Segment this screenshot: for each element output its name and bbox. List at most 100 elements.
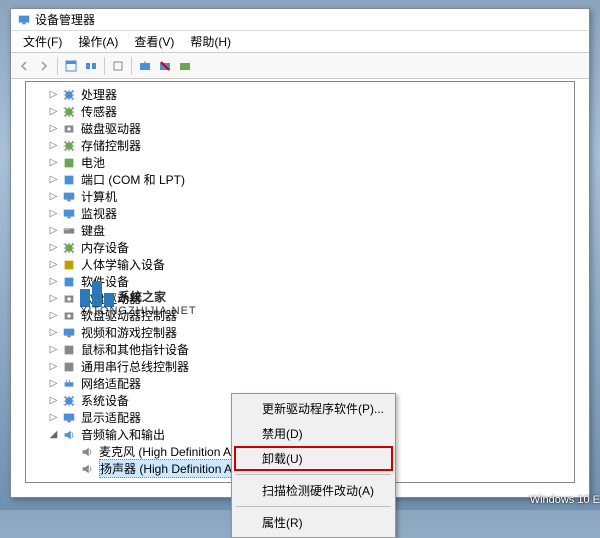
tree-label: 视频和游戏控制器 [81,324,177,341]
expand-icon[interactable]: ▷ [48,310,59,321]
device-icon [61,206,77,222]
tree-node[interactable]: ▷ 通用串行总线控制器 [26,358,574,375]
menu-view[interactable]: 查看(V) [126,31,182,52]
tree-node[interactable]: ▷ 磁盘驱动器 [26,120,574,137]
tree-node[interactable]: ▷ 视频和游戏控制器 [26,324,574,341]
expand-icon[interactable]: ▷ [48,123,59,134]
menu-action[interactable]: 操作(A) [70,31,126,52]
device-icon [61,427,77,443]
tree-node[interactable]: ▷ 端口 (COM 和 LPT) [26,171,574,188]
tree-label: 存储控制器 [81,137,141,154]
toolbar-btn[interactable] [109,57,127,75]
tree-node[interactable]: ▷传感器 [26,103,574,120]
separator [236,506,391,507]
menu-help[interactable]: 帮助(H) [182,31,239,52]
expand-icon[interactable]: ▷ [48,327,59,338]
tree-node[interactable]: ▷ 监视器 [26,205,574,222]
device-icon [61,291,77,307]
expand-icon[interactable]: ▷ [48,225,59,236]
device-icon [61,274,77,290]
tree-label: 通用串行总线控制器 [81,358,189,375]
tree-node[interactable]: ▷ 人体学输入设备 [26,256,574,273]
tree-label: 人体学输入设备 [81,256,165,273]
window-title: 设备管理器 [35,11,95,28]
tree-node[interactable]: ▷ 处理器 [26,86,574,103]
expand-icon[interactable]: ▷ [48,208,59,219]
tree-node[interactable]: ▷软盘驱动器控制器 [26,307,574,324]
expand-icon[interactable]: ▷ [48,174,59,185]
expand-icon[interactable]: ▷ [48,157,59,168]
device-icon [61,104,77,120]
toolbar-btn[interactable] [136,57,154,75]
device-icon [61,308,77,324]
toolbar-btn[interactable] [156,57,174,75]
tree-node[interactable]: ▷ 网络适配器 [26,375,574,392]
tree-label: 软盘驱动器 [81,290,141,307]
device-icon [61,342,77,358]
windows-version: Windows 10 E [530,494,600,506]
expand-icon[interactable]: ▷ [48,259,59,270]
separator [236,474,391,475]
toolbar-btn[interactable] [62,57,80,75]
tree-node[interactable]: ▷ 电池 [26,154,574,171]
tree-label: 键盘 [81,222,105,239]
tree-node[interactable]: ▷ 计算机 [26,188,574,205]
ctx-properties[interactable]: 属性(R) [234,510,393,535]
expand-icon[interactable]: ▷ [48,89,59,100]
tree-node[interactable]: ▷ 键盘 [26,222,574,239]
device-icon [61,376,77,392]
context-menu: 更新驱动程序软件(P)... 禁用(D) 卸载(U) 扫描检测硬件改动(A) 属… [231,393,396,538]
tree-label: 内存设备 [81,239,129,256]
tree-label: 磁盘驱动器 [81,120,141,137]
expand-icon[interactable]: ▷ [48,293,59,304]
ctx-uninstall[interactable]: 卸载(U) [234,446,393,471]
toolbar-btn[interactable] [82,57,100,75]
tree-node[interactable]: ▷ 存储控制器 [26,137,574,154]
device-icon [61,189,77,205]
device-icon [61,257,77,273]
separator [131,57,132,75]
app-icon [17,13,31,27]
collapse-icon[interactable]: ◢ [48,429,59,440]
device-icon [61,138,77,154]
expand-icon[interactable]: ▷ [48,106,59,117]
tree-node[interactable]: ▷鼠标和其他指针设备 [26,341,574,358]
titlebar[interactable]: 设备管理器 [11,9,589,31]
toolbar-btn[interactable] [176,57,194,75]
forward-button[interactable] [35,57,53,75]
expand-icon[interactable]: ▷ [48,276,59,287]
tree-label: 系统设备 [81,392,129,409]
tree-label: 网络适配器 [81,375,141,392]
tree-label: 处理器 [81,86,117,103]
expand-icon[interactable]: ▷ [48,344,59,355]
device-icon [61,87,77,103]
device-icon [61,155,77,171]
device-icon [61,410,77,426]
back-button[interactable] [15,57,33,75]
toolbar [11,53,589,79]
device-icon [61,121,77,137]
expand-icon[interactable]: ▷ [48,140,59,151]
expand-icon[interactable]: ▷ [48,395,59,406]
tree-label: 监视器 [81,205,117,222]
tree-node[interactable]: ▷ 内存设备 [26,239,574,256]
device-icon [61,393,77,409]
ctx-disable[interactable]: 禁用(D) [234,421,393,446]
expand-icon[interactable]: ▷ [48,191,59,202]
tree-node[interactable]: ▷软件设备 [26,273,574,290]
speaker-icon [79,444,95,460]
tree-label: 计算机 [81,188,117,205]
tree-label: 端口 (COM 和 LPT) [81,171,185,188]
expand-icon[interactable]: ▷ [48,378,59,389]
tree-node[interactable]: ▷ 软盘驱动器 [26,290,574,307]
device-icon [61,172,77,188]
ctx-scan[interactable]: 扫描检测硬件改动(A) [234,478,393,503]
expand-icon[interactable]: ▷ [48,242,59,253]
expand-icon[interactable]: ▷ [48,361,59,372]
expand-icon[interactable]: ▷ [48,412,59,423]
tree-label: 电池 [81,154,105,171]
device-icon [61,240,77,256]
ctx-update-driver[interactable]: 更新驱动程序软件(P)... [234,396,393,421]
menu-file[interactable]: 文件(F) [15,31,70,52]
speaker-icon [79,461,95,477]
